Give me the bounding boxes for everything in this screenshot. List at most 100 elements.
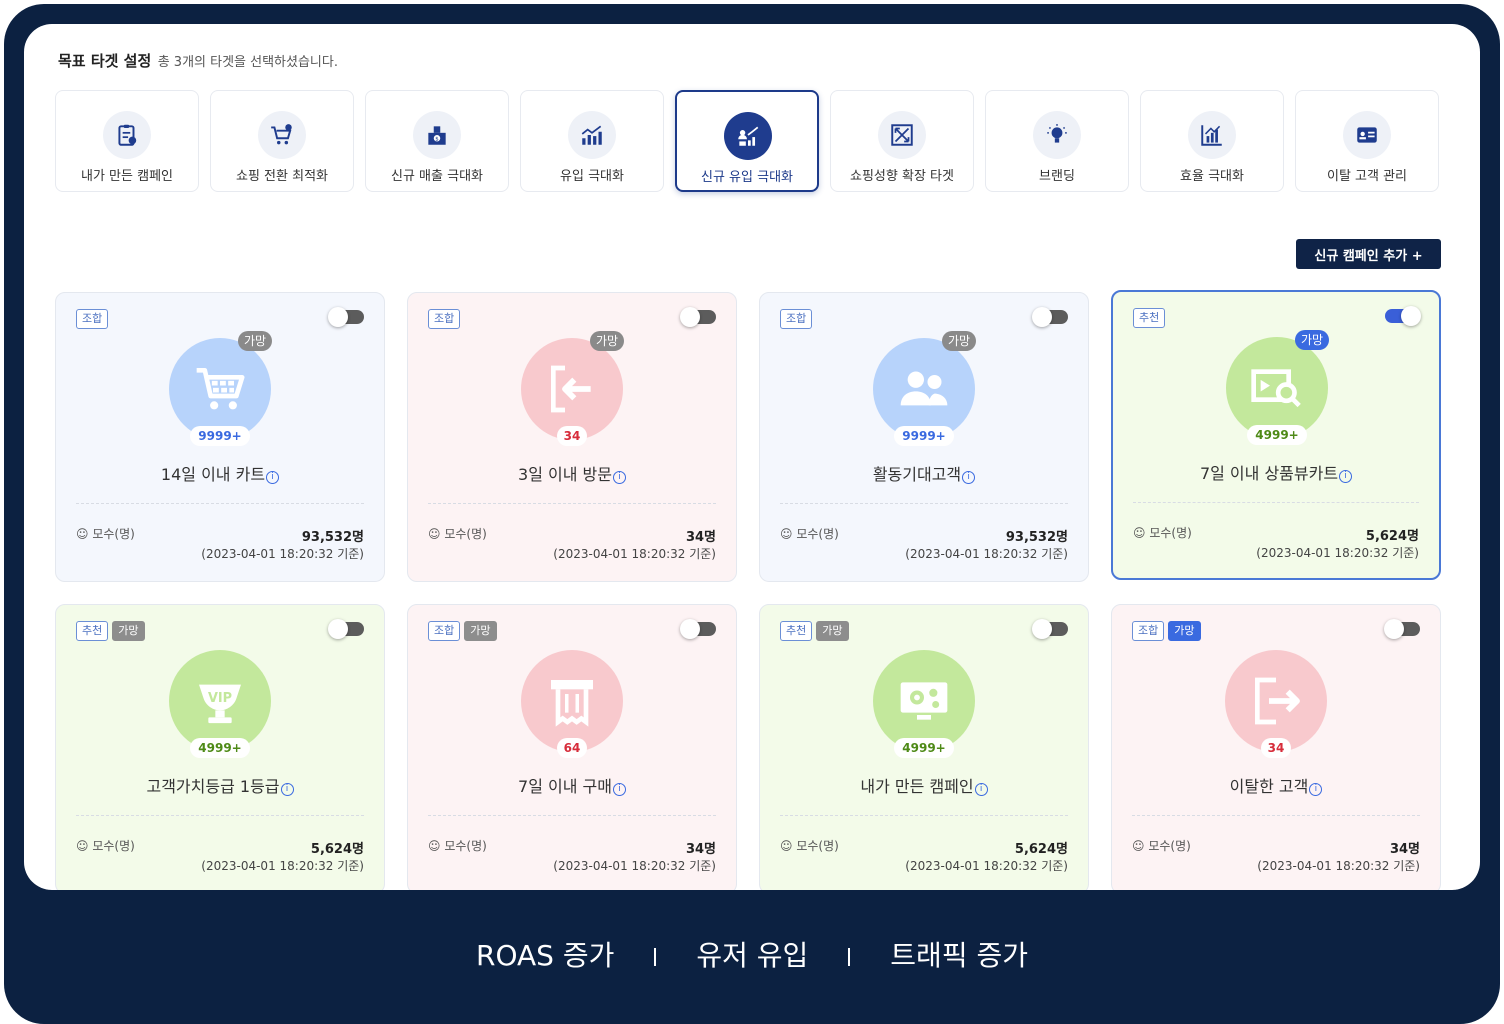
population-date: (2023-04-01 18:20:32 기준) (905, 859, 1068, 873)
population-label: ☺ 모수(명) (76, 839, 135, 853)
selection-count-text: 총 3개의 타겟을 선택하셨습니다. (157, 55, 338, 70)
target-option-label: 내가 만든 캠페인 (81, 169, 173, 184)
card-tags: 조합 (76, 309, 109, 329)
population-label-text: 모수(명) (796, 527, 839, 541)
card-toggle[interactable] (1384, 619, 1420, 639)
divider (76, 815, 364, 816)
target-option-branding[interactable]: 브랜딩 (985, 90, 1129, 192)
info-icon[interactable]: i (612, 783, 626, 796)
target-option-my-campaign[interactable]: 내가 만든 캠페인 (55, 90, 199, 192)
info-icon[interactable]: i (266, 471, 280, 484)
card-title: 7일 이내 구매 i (408, 773, 736, 797)
card-toggle[interactable] (328, 619, 364, 639)
population-label: ☺ 모수(명) (428, 839, 487, 853)
card-toggle[interactable] (680, 619, 716, 639)
svg-text:$: $ (435, 136, 438, 142)
audience-card[interactable]: 추천 가망 4999+ 내가 만든 캠페인 i ☺ 모수(명) 5,624명 (2… (759, 604, 1089, 890)
tag-combination: 조합 (428, 621, 461, 641)
card-toggle[interactable] (1385, 306, 1421, 326)
tag-recommended: 추천 (76, 621, 109, 641)
target-option-new-inflow[interactable]: 신규 유입 극대화 (675, 90, 819, 192)
divider (780, 815, 1068, 816)
card-title: 3일 이내 방문 i (408, 461, 736, 485)
target-option-churn[interactable]: 이탈 고객 관리 (1295, 90, 1439, 192)
id-card-icon (1343, 111, 1391, 159)
target-panel: 목표 타겟 설정 총 3개의 타겟을 선택하셨습니다. 내가 만든 캠페인 쇼핑… (24, 24, 1480, 890)
population-date: (2023-04-01 18:20:32 기준) (201, 859, 364, 873)
info-icon[interactable]: i (280, 783, 294, 796)
card-title: 14일 이내 카트 i (56, 461, 384, 485)
target-option-label: 쇼핑 전환 최적화 (236, 169, 328, 184)
info-icon[interactable]: i (962, 471, 976, 484)
target-option-label: 브랜딩 (1039, 169, 1075, 184)
product-view-icon (1226, 337, 1328, 439)
population-value: 34명 (1389, 842, 1420, 857)
target-option-label: 신규 유입 극대화 (701, 170, 793, 185)
info-icon[interactable]: i (612, 471, 626, 484)
population-label: ☺ 모수(명) (76, 527, 135, 541)
page-header: 목표 타겟 설정 총 3개의 타겟을 선택하셨습니다. (58, 50, 338, 71)
card-toggle[interactable] (680, 307, 716, 327)
receipt-icon (521, 650, 623, 752)
target-option-efficiency[interactable]: 효율 극대화 (1140, 90, 1284, 192)
population-date: (2023-04-01 18:20:32 기준) (905, 547, 1068, 561)
population-date: (2023-04-01 18:20:32 기준) (201, 547, 364, 561)
tag-combination: 조합 (1132, 621, 1165, 641)
target-option-shopping-conversion[interactable]: 쇼핑 전환 최적화 (210, 90, 354, 192)
target-option-traffic-max[interactable]: 유입 극대화 (520, 90, 664, 192)
benefit-traffic: 트래픽 증가 (890, 939, 1028, 972)
population-date: (2023-04-01 18:20:32 기준) (1256, 546, 1419, 560)
info-icon[interactable]: i (974, 783, 988, 796)
audience-card[interactable]: 조합 가망 64 7일 이내 구매 i ☺ 모수(명) 34명 (2023-04-… (407, 604, 737, 890)
audience-count-badge: 4999+ (190, 738, 250, 758)
target-option-new-sales[interactable]: $ 신규 매출 극대화 (365, 90, 509, 192)
audience-card-selected[interactable]: 추천 가망 4999+ 7일 이내 상품뷰카트 i ☺ 모수(명) 5,624명 … (1111, 290, 1441, 580)
add-campaign-button[interactable]: 신규 캠페인 추가 + (1296, 239, 1441, 269)
card-title-text: 이탈한 고객 (1229, 777, 1309, 796)
divider (428, 815, 716, 816)
vip-trophy-icon: VIP (169, 650, 271, 752)
card-toggle[interactable] (328, 307, 364, 327)
population-label: ☺ 모수(명) (428, 527, 487, 541)
population-label-text: 모수(명) (796, 839, 839, 853)
tag-combination: 조합 (76, 309, 109, 329)
divider (1133, 502, 1419, 503)
card-toggle[interactable] (1032, 619, 1068, 639)
population-label-text: 모수(명) (92, 839, 135, 853)
divider (780, 503, 1068, 504)
audience-card[interactable]: 조합 가망 34 이탈한 고객 i ☺ 모수(명) 34명 (2023-04-01… (1111, 604, 1441, 890)
tag-recommended: 추천 (1133, 308, 1166, 328)
card-toggle[interactable] (1032, 307, 1068, 327)
info-icon[interactable]: i (1309, 783, 1323, 796)
expand-icon (878, 111, 926, 159)
toggle-knob (328, 307, 348, 327)
svg-text:VIP: VIP (208, 691, 232, 706)
lightbulb-icon (1033, 111, 1081, 159)
card-title-text: 7일 이내 상품뷰카트 (1199, 464, 1339, 483)
card-title: 활동기대고객 i (760, 461, 1088, 485)
population-value: 5,624명 (1365, 529, 1419, 544)
info-icon[interactable]: i (1339, 470, 1353, 483)
population-label: ☺ 모수(명) (780, 527, 839, 541)
users-icon (873, 338, 975, 440)
target-option-shopping-expand[interactable]: 쇼핑성향 확장 타겟 (830, 90, 974, 192)
target-option-label: 효율 극대화 (1180, 169, 1244, 184)
target-option-label: 이탈 고객 관리 (1326, 169, 1408, 184)
population-label-text: 모수(명) (1148, 839, 1191, 853)
audience-card[interactable]: 조합 가망 9999+ 14일 이내 카트 i ☺ 모수(명) 93,532명 (… (55, 292, 385, 582)
toggle-knob (680, 307, 700, 327)
card-tags: 조합 (428, 309, 461, 329)
audience-card[interactable]: 추천 가망 VIP 4999+ 고객가치등급 1등급 i ☺ 모수(명) 5,62… (55, 604, 385, 890)
tag-prospect: 가망 (1168, 621, 1201, 641)
audience-card[interactable]: 조합 가망 34 3일 이내 방문 i ☺ 모수(명) 34명 (2023-04-… (407, 292, 737, 582)
target-type-selector: 내가 만든 캠페인 쇼핑 전환 최적화 $ 신규 매출 극대화 유입 극대화 신… (55, 90, 1445, 194)
divider (428, 503, 716, 504)
audience-card[interactable]: 조합 가망 9999+ 활동기대고객 i ☺ 모수(명) 93,532명 (202… (759, 292, 1089, 582)
tag-recommended: 추천 (780, 621, 813, 641)
card-tags: 추천 가망 (76, 621, 145, 641)
card-title-text: 3일 이내 방문 (518, 465, 612, 484)
audience-count-badge: 9999+ (190, 426, 250, 446)
toggle-knob (328, 619, 348, 639)
audience-count-badge: 64 (557, 738, 587, 758)
target-option-label: 쇼핑성향 확장 타겟 (850, 169, 954, 184)
